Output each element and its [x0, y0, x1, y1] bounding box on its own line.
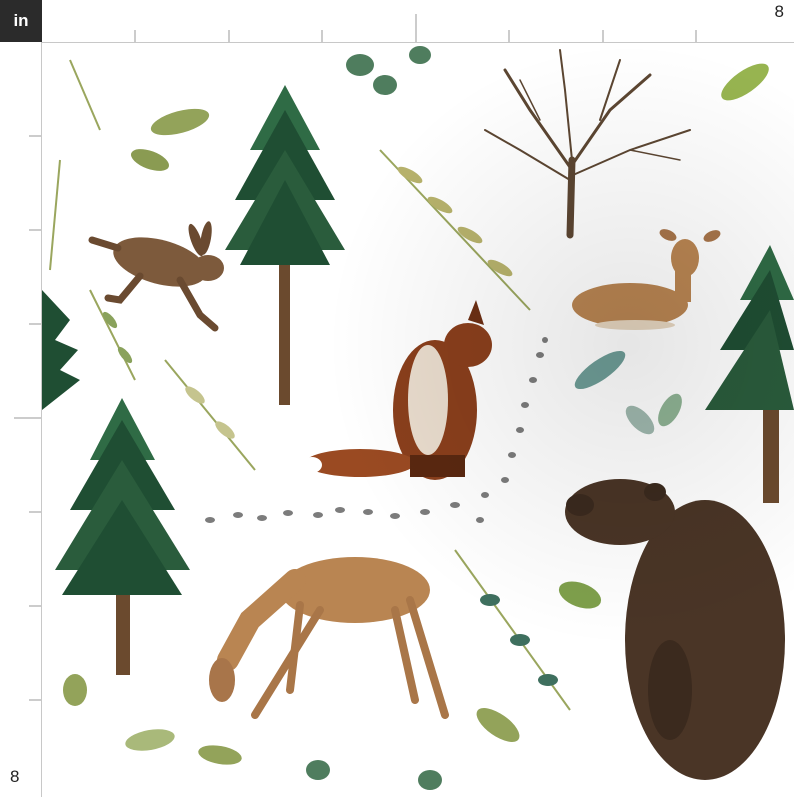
top-ruler: 8: [42, 0, 794, 43]
fabric-swatch: [42, 43, 794, 797]
left-ruler-end-label: 8: [10, 767, 20, 786]
unit-label: in: [13, 11, 29, 30]
left-ruler-ticks: [14, 135, 41, 701]
left-ruler: 8: [0, 42, 42, 797]
top-ruler-end-label: 8: [774, 2, 784, 21]
top-ruler-ticks: [134, 14, 697, 42]
unit-corner: in: [0, 0, 42, 42]
woodland-pattern: [42, 43, 794, 797]
